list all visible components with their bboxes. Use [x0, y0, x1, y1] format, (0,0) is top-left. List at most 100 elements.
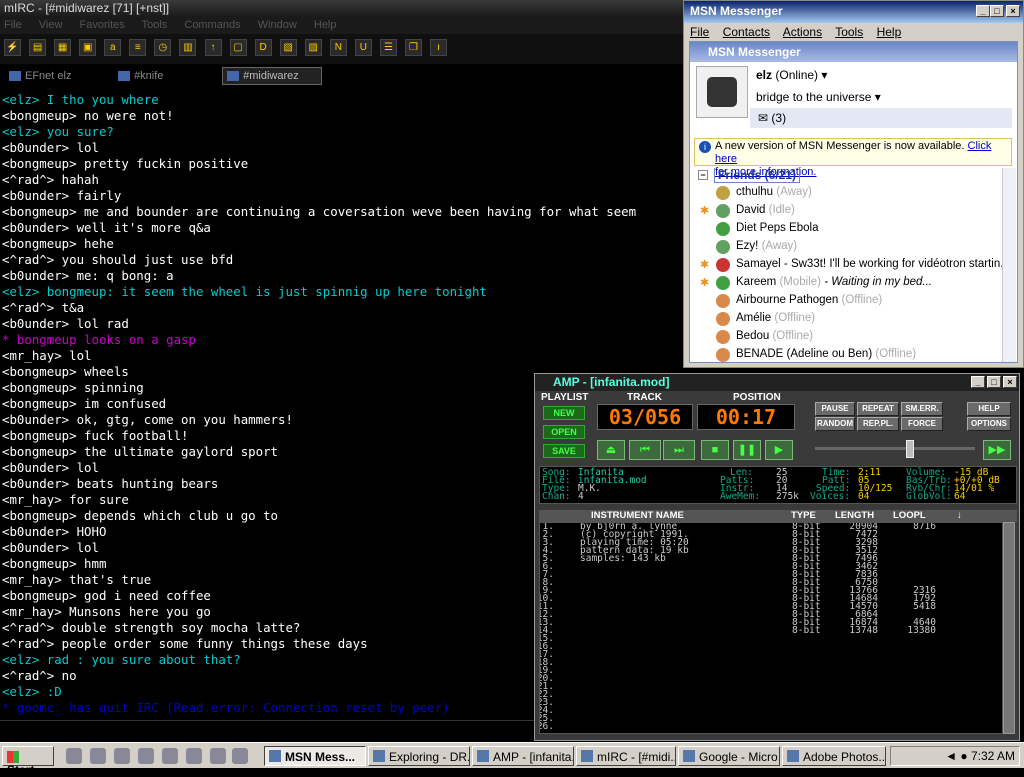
contact-item[interactable]: cthulhu (Away) [694, 184, 1002, 202]
instrument-row[interactable]: 16. [540, 642, 1002, 652]
user-name-row[interactable]: elz (Online) ▾ [756, 68, 827, 82]
quicklaunch-desktop-icon[interactable] [66, 748, 82, 764]
quicklaunch-ie-icon[interactable] [232, 748, 248, 764]
task-amp[interactable]: AMP - [infanita... [472, 746, 574, 766]
urls-icon[interactable]: U [354, 39, 372, 56]
colors-icon[interactable]: ▥ [179, 39, 197, 56]
quicklaunch-app-icon[interactable] [114, 748, 130, 764]
dcc-send-icon[interactable]: ↑ [204, 39, 222, 56]
task-ie[interactable]: Google - Micro... [678, 746, 780, 766]
sm-err-button[interactable]: SM.ERR. [901, 402, 943, 416]
sort-arrow-icon[interactable]: ↓ [957, 510, 962, 521]
options-icon[interactable]: ▤ [29, 39, 47, 56]
tab-efnet[interactable]: EFnet elz [4, 67, 104, 85]
clock[interactable]: 7:32 AM [971, 749, 1015, 763]
contact-item[interactable]: Amélie (Offline) [694, 310, 1002, 328]
volume-slider-track[interactable] [815, 447, 975, 450]
tab-knife[interactable]: #knife [113, 67, 214, 85]
msn-title-bar[interactable]: MSN Messenger _ □ × [684, 1, 1023, 23]
address-book-icon[interactable]: ▣ [79, 39, 97, 56]
pause-icon[interactable]: ❚❚ [733, 440, 761, 460]
collapse-icon[interactable]: − [698, 170, 708, 180]
minimize-button[interactable]: _ [976, 5, 990, 17]
help-button[interactable]: HELP [967, 402, 1011, 416]
maximize-button[interactable]: □ [990, 5, 1004, 17]
save-playlist-button[interactable]: SAVE [543, 444, 585, 458]
instrument-row[interactable]: 17. [540, 650, 1002, 660]
instrument-row[interactable]: 7. 8-bit 7836 [540, 570, 1002, 580]
tile-icon[interactable]: ☰ [379, 39, 397, 56]
menu-actions[interactable]: Actions [783, 25, 822, 39]
quicklaunch-app-icon[interactable] [138, 748, 154, 764]
dcc-chat-icon[interactable]: ▢ [229, 39, 247, 56]
contact-list-scrollbar[interactable] [1002, 168, 1016, 362]
menu-help[interactable]: Help [314, 19, 337, 31]
contact-item[interactable]: Airbourne Pathogen (Offline) [694, 292, 1002, 310]
play-icon[interactable]: ▶ [765, 440, 793, 460]
instrument-row[interactable]: 21. [540, 682, 1002, 692]
mail-row[interactable]: ✉ (3) [750, 108, 1012, 128]
col-type[interactable]: TYPE [791, 510, 816, 521]
quicklaunch-app-icon[interactable] [210, 748, 226, 764]
start-button[interactable]: Start [2, 746, 54, 777]
eject-icon[interactable]: ⏏ [597, 440, 625, 460]
contact-item[interactable]: Bedou (Offline) [694, 328, 1002, 346]
col-length[interactable]: LENGTH [835, 510, 874, 521]
instrument-row[interactable]: 11.8-bit145705418 [540, 602, 1002, 612]
force-button[interactable]: FORCE [901, 417, 943, 431]
received-files-icon[interactable]: ▨ [304, 39, 322, 56]
contact-item[interactable]: Ezy! (Away) [694, 238, 1002, 256]
instrument-row[interactable]: 20. [540, 674, 1002, 684]
volume-icon[interactable]: ◄ [945, 749, 957, 763]
fast-forward-icon[interactable]: ▶▶ [983, 440, 1011, 460]
random-button[interactable]: RANDOM [815, 417, 855, 431]
instrument-row[interactable]: 23. [540, 698, 1002, 708]
instrument-row[interactable]: 19. [540, 666, 1002, 676]
quicklaunch-app-icon[interactable] [90, 748, 106, 764]
menu-window[interactable]: Window [258, 19, 297, 31]
col-loopl[interactable]: LOOPL [893, 510, 926, 521]
instrument-row[interactable]: 22. [540, 690, 1002, 700]
close-button[interactable]: × [1003, 376, 1017, 388]
volume-slider-knob[interactable] [906, 440, 915, 458]
instrument-row[interactable]: 5. samples: 143 kb 8-bit 7496 [540, 554, 1002, 564]
menu-favorites[interactable]: Favorites [80, 19, 125, 31]
friends-group-header[interactable]: − Friends (6/21) [694, 168, 1002, 184]
instrument-list-scrollbar[interactable] [1003, 522, 1015, 734]
next-icon[interactable]: ⏭ [663, 440, 695, 460]
close-button[interactable]: × [1006, 5, 1020, 17]
avatar[interactable] [696, 66, 748, 118]
task-photoshop[interactable]: Adobe Photos... [782, 746, 886, 766]
channels-folder-icon[interactable]: ▦ [54, 39, 72, 56]
repeat-button[interactable]: REPEAT [857, 402, 899, 416]
help-icon[interactable]: ı [430, 39, 448, 56]
instrument-row[interactable]: 14.8-bit1374813380 [540, 626, 1002, 636]
menu-help[interactable]: Help [877, 25, 902, 39]
menu-file[interactable]: File [4, 19, 22, 31]
dcc-options-icon[interactable]: D [254, 39, 272, 56]
pause-mode-button[interactable]: PAUSE [815, 402, 855, 416]
stop-icon[interactable]: ■ [701, 440, 729, 460]
task-msn[interactable]: MSN Mess... [264, 746, 366, 766]
instrument-list[interactable]: 1. by bj0rn a. lynne 8-bit 20904 8716 2. (c) c… [539, 522, 1003, 734]
task-mirc[interactable]: mIRC - [#midi... [576, 746, 676, 766]
options-button[interactable]: OPTIONS [967, 417, 1011, 431]
prev-icon[interactable]: ⏮ [629, 440, 661, 460]
minimize-button[interactable]: _ [971, 376, 985, 388]
personal-message[interactable]: bridge to the universe ▾ [756, 90, 881, 104]
cascade-icon[interactable]: ❐ [405, 39, 422, 56]
notify-list-icon[interactable]: ≡ [129, 39, 147, 56]
msn-tray-icon[interactable]: ● [960, 749, 967, 763]
instrument-row[interactable]: 18. [540, 658, 1002, 668]
menu-file[interactable]: File [690, 25, 709, 39]
instrument-row[interactable]: 24. [540, 706, 1002, 716]
col-instrument-name[interactable]: INSTRUMENT NAME [591, 510, 684, 521]
connect-icon[interactable]: ⚡ [4, 39, 21, 56]
contact-item[interactable]: Diet Peps Ebola [694, 220, 1002, 238]
new-playlist-button[interactable]: NEW [543, 406, 585, 420]
instrument-row[interactable]: 25. [540, 714, 1002, 724]
menu-tools[interactable]: Tools [835, 25, 863, 39]
contact-item[interactable]: ✱ Kareem (Mobile) - Waiting in my bed... [694, 274, 1002, 292]
menu-commands[interactable]: Commands [184, 19, 240, 31]
menu-contacts[interactable]: Contacts [723, 25, 770, 39]
